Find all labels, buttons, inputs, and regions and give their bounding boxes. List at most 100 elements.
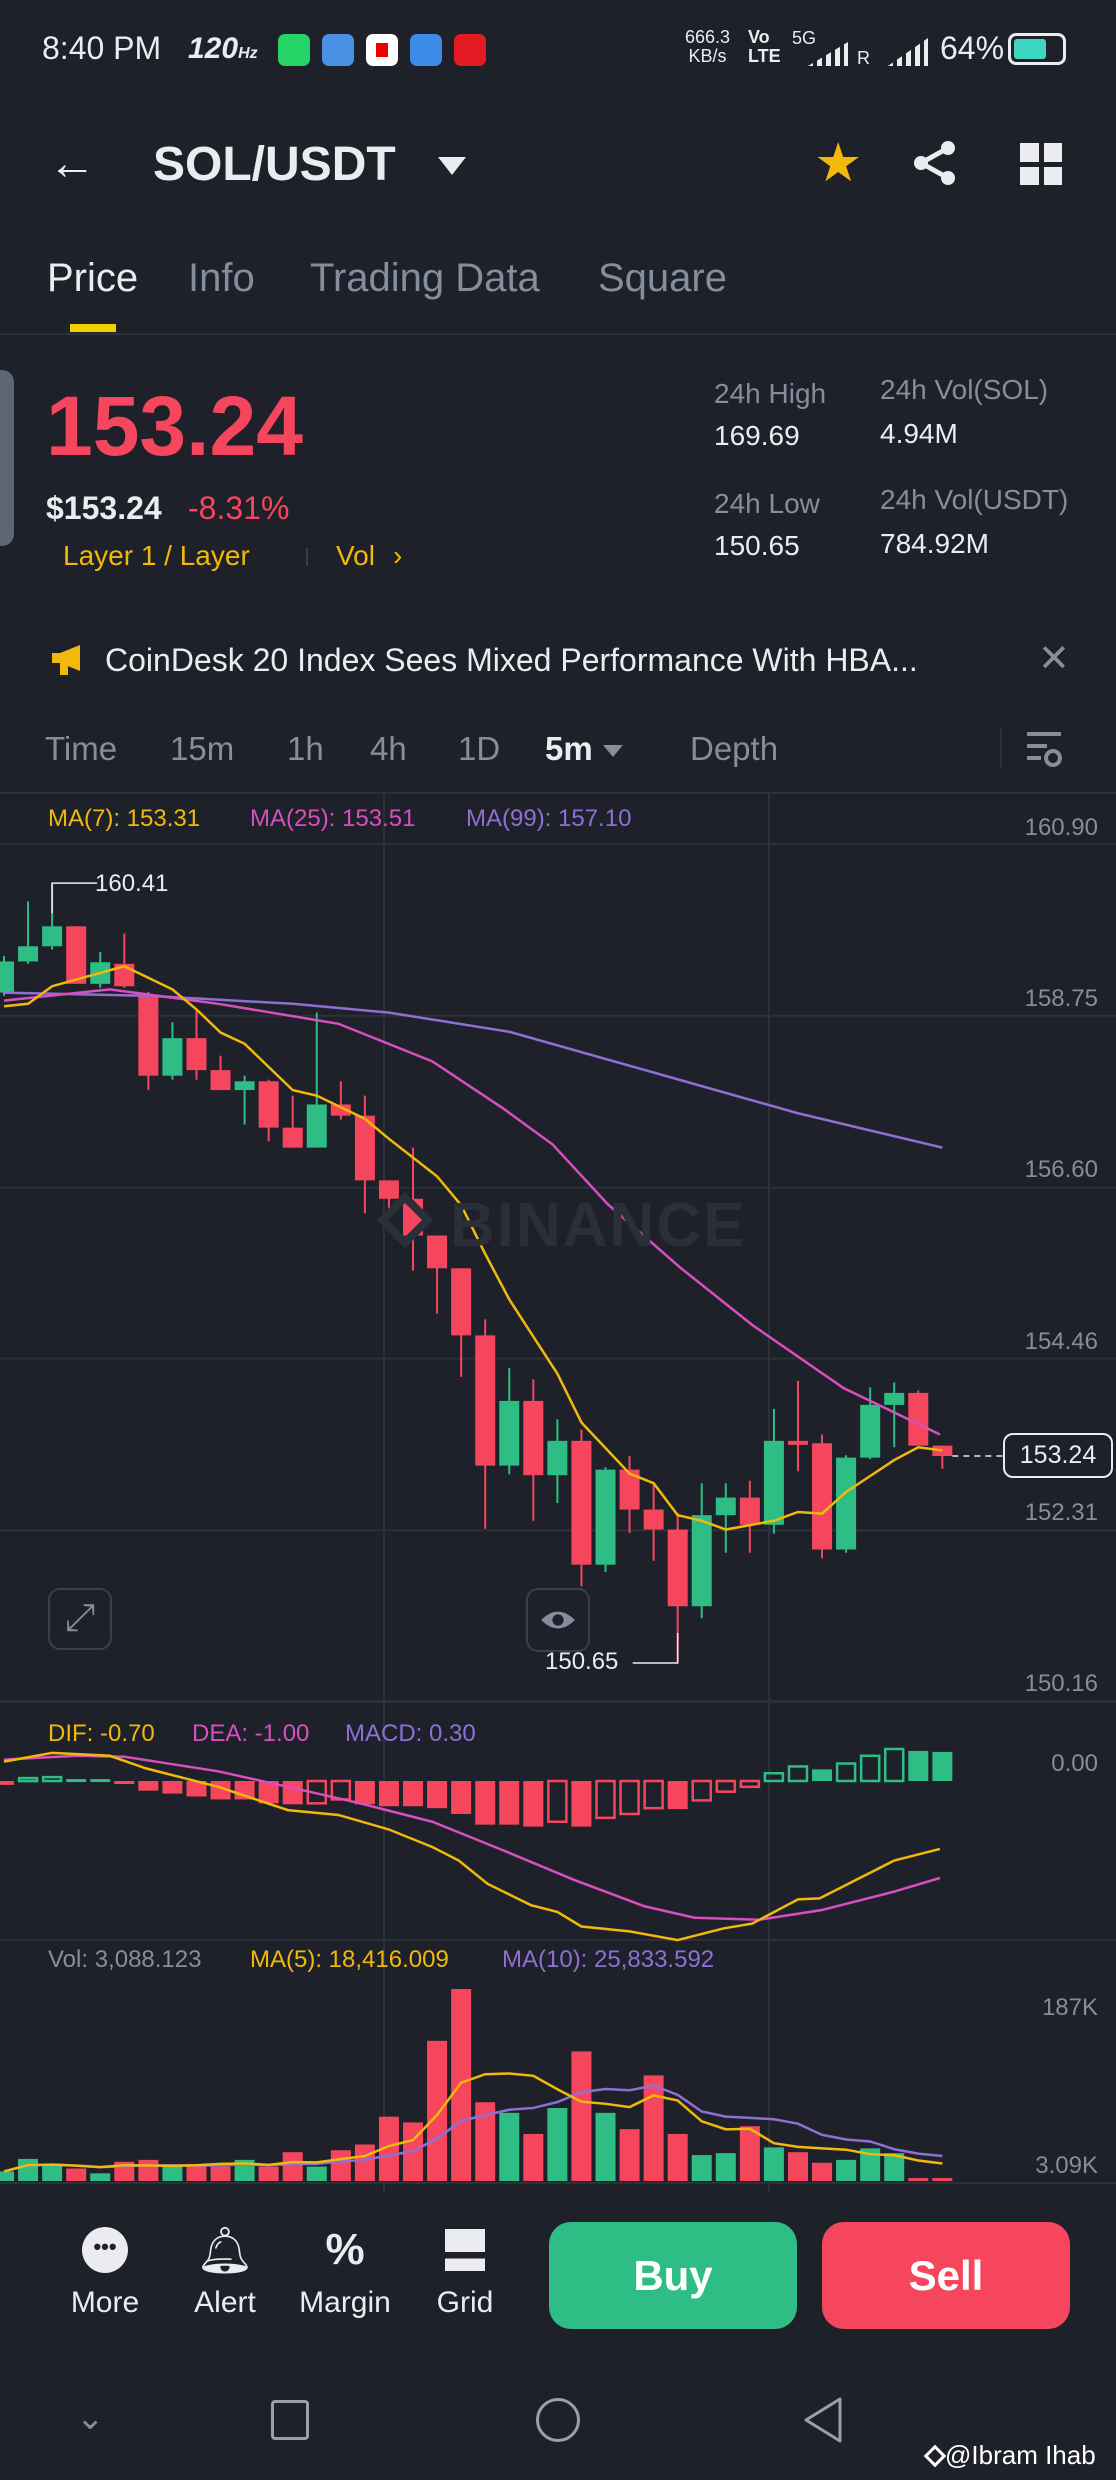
volume-bar [908, 2178, 929, 2181]
messages-icon [322, 34, 354, 66]
macd-bar [66, 1779, 87, 1783]
more-label: More [70, 2286, 140, 2319]
candle-body [162, 1038, 183, 1076]
alert-button[interactable]: 🔔︎ Alert [170, 2222, 280, 2320]
margin-button[interactable]: % Margin [290, 2222, 400, 2320]
macd-bar [715, 1779, 737, 1793]
candle-body [138, 995, 159, 1076]
tab-price[interactable]: Price [47, 256, 138, 301]
candle-body [499, 1400, 520, 1466]
macd-bar [643, 1779, 664, 1810]
chart-settings-icon[interactable] [1025, 730, 1063, 768]
volume-bar [739, 2126, 760, 2181]
candle-body [763, 1440, 784, 1525]
binance-logo-icon [923, 2444, 947, 2468]
macd-bar [451, 1781, 472, 1814]
grid-menu-icon[interactable] [1020, 143, 1062, 185]
chart-tab-4h[interactable]: 4h [370, 730, 407, 768]
volume-bar [667, 2133, 688, 2181]
net-type: 5G [792, 28, 817, 48]
category-link[interactable]: Layer 1 / Layer [63, 540, 250, 572]
alert-label: Alert [194, 2286, 256, 2319]
high-label: 24h High [714, 378, 827, 409]
vol-link-label: Vol [336, 540, 375, 571]
buy-button[interactable]: Buy [549, 2222, 797, 2329]
price-axis-label: 158.75 [1024, 985, 1098, 1012]
macd-bar [908, 1750, 929, 1781]
pair-title[interactable]: SOL/USDT [153, 137, 396, 192]
volume-bar [354, 2144, 375, 2181]
nav-home-icon[interactable] [536, 2398, 580, 2442]
candle-body [0, 961, 14, 993]
megaphone-icon [52, 645, 80, 675]
chart-tab-15m[interactable]: 15m [170, 730, 234, 768]
grid-button[interactable]: Grid [410, 2222, 520, 2320]
price-axis-label: 160.90 [1024, 814, 1098, 841]
share-icon[interactable] [912, 140, 958, 186]
macd-bar [523, 1781, 544, 1827]
tab-trading-data[interactable]: Trading Data [310, 256, 540, 301]
video-icon [410, 34, 442, 66]
high-marker-line [51, 882, 98, 914]
volume-bar [763, 2147, 784, 2181]
nav-back-icon[interactable] [802, 2396, 844, 2444]
volume-bar [162, 2165, 183, 2181]
chart-tab-1h[interactable]: 1h [287, 730, 324, 768]
net-speed-value: 666.3 [685, 27, 731, 47]
close-news-icon[interactable]: ✕ [1038, 636, 1070, 681]
sell-button[interactable]: Sell [822, 2222, 1070, 2329]
kline-chart[interactable] [0, 792, 1116, 2192]
price-axis-label: 154.46 [1024, 1328, 1098, 1355]
current-price-tag[interactable]: 153.24 [1003, 1433, 1113, 1478]
vol-link[interactable]: Vol › [336, 540, 402, 572]
eye-visibility-button[interactable] [526, 1588, 590, 1652]
chart-tab-time[interactable]: Time [45, 730, 117, 768]
dea-legend: DEA: -1.00 [192, 1720, 310, 1747]
macd-bar [812, 1769, 833, 1781]
favorite-star-icon[interactable]: ★ [814, 136, 862, 190]
volume-bar [186, 2165, 207, 2181]
more-button[interactable]: ••• More [50, 2222, 160, 2320]
candle-body [691, 1515, 712, 1607]
more-icon: ••• [82, 2227, 128, 2273]
nav-recents-icon[interactable] [271, 2400, 309, 2440]
nav-collapse-icon[interactable]: ⌄ [76, 2398, 105, 2438]
macd-bar [427, 1781, 448, 1809]
macd-bar [0, 1781, 14, 1785]
macd-bar [41, 1775, 63, 1783]
vol-ma10-legend: MA(10): 25,833.592 [502, 1946, 715, 1973]
fullscreen-button[interactable]: ⤢ [48, 1588, 112, 1650]
macd-legend: MACD: 0.30 [345, 1720, 476, 1747]
volume-bar [210, 2166, 231, 2181]
candle-body [475, 1335, 496, 1466]
volume-bar [18, 2158, 39, 2181]
candle-body [715, 1497, 736, 1516]
tab-square[interactable]: Square [598, 256, 727, 301]
volume-bar [715, 2153, 736, 2181]
news-headline[interactable]: CoinDesk 20 Index Sees Mixed Performance… [105, 642, 918, 679]
macd-bar [162, 1781, 183, 1794]
credit-watermark: @Ibram Ihab [945, 2440, 1096, 2470]
volume-legend: Vol: 3,088.123 [48, 1946, 202, 1973]
macd-bar [475, 1781, 496, 1825]
chart-tab-5m[interactable]: 5m [545, 730, 623, 768]
back-button[interactable]: ← [48, 140, 96, 188]
candle-body [451, 1268, 472, 1336]
candle-body [523, 1400, 544, 1476]
ma25-legend: MA(25): 153.51 [250, 805, 416, 832]
pair-dropdown-icon[interactable] [438, 157, 466, 175]
macd-bar [763, 1771, 785, 1783]
tab-info[interactable]: Info [188, 256, 255, 301]
macd-bar [691, 1779, 712, 1802]
refresh-rate: 120Hz [188, 32, 258, 66]
vol-usdt-label: 24h Vol(USDT) [880, 484, 1069, 515]
vol-sol-value: 4.94M [880, 418, 958, 449]
chart-tab-depth[interactable]: Depth [690, 730, 778, 768]
low-label: 24h Low [714, 488, 820, 519]
chart-tab-1d[interactable]: 1D [458, 730, 500, 768]
macd-bar [859, 1754, 881, 1783]
candle-body [739, 1497, 760, 1525]
macd-bar [932, 1751, 953, 1781]
side-handle[interactable] [0, 370, 14, 546]
candle-body [18, 946, 39, 962]
